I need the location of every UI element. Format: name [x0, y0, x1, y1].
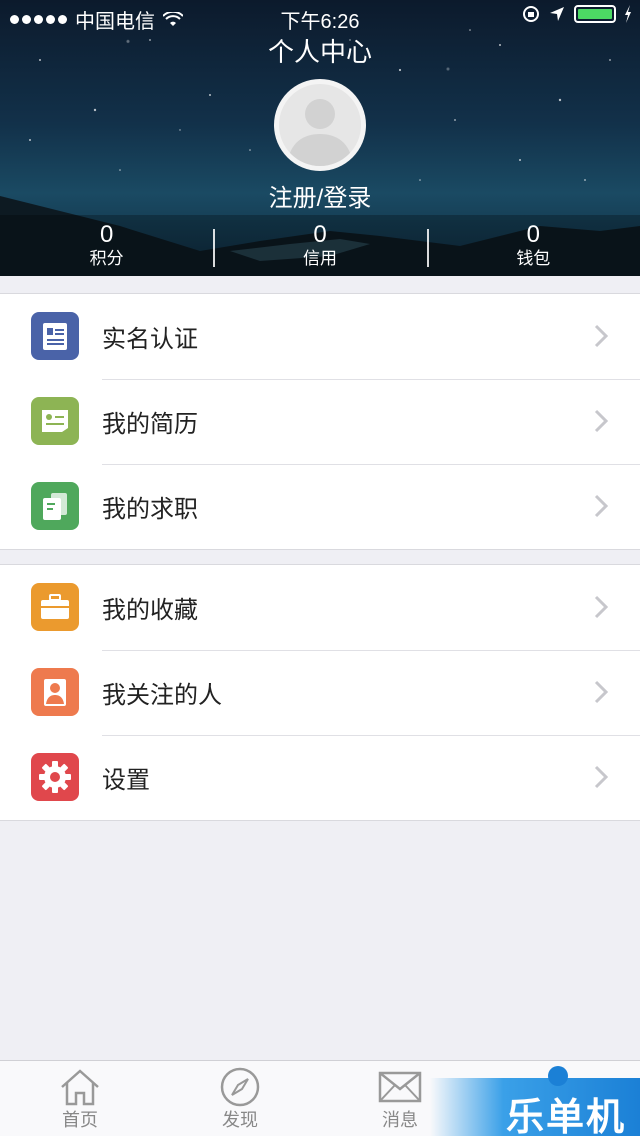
- tab-discover[interactable]: 发现: [160, 1061, 320, 1136]
- compass-icon: [220, 1067, 260, 1107]
- menu-item-label: 我关注的人: [102, 682, 222, 709]
- chevron-right-icon: [594, 765, 608, 789]
- mail-icon: [378, 1071, 422, 1103]
- job-search-icon: [31, 482, 79, 530]
- stat-value: 0: [313, 221, 327, 248]
- status-bar: 中国电信 下午6:26: [0, 0, 640, 33]
- menu-group-social: 我的收藏 我关注的人 设置: [0, 564, 640, 821]
- menu-item-label: 我的求职: [102, 496, 198, 523]
- menu-item-my-job-search[interactable]: 我的求职: [0, 464, 640, 549]
- chevron-right-icon: [594, 595, 608, 619]
- chevron-right-icon: [594, 680, 608, 704]
- menu-item-label: 我的简历: [102, 411, 198, 438]
- menu-item-label: 实名认证: [102, 326, 198, 353]
- tab-label: 首页: [62, 1110, 98, 1130]
- default-avatar-icon: [287, 99, 353, 166]
- menu-item-following[interactable]: 我关注的人: [0, 650, 640, 735]
- watermark-text: 乐单机: [505, 1095, 626, 1136]
- menu-item-label: 我的收藏: [102, 597, 198, 624]
- stat-value: 0: [526, 221, 540, 248]
- stat-label: 信用: [302, 249, 337, 268]
- stat-wallet[interactable]: 0 钱包: [426, 215, 640, 276]
- page-title: 个人中心: [267, 37, 372, 67]
- menu-item-my-favorites[interactable]: 我的收藏: [0, 565, 640, 650]
- menu-item-my-resume[interactable]: 我的简历: [0, 379, 640, 464]
- menu-group-account: 实名认证 我的简历 我的求职: [0, 293, 640, 550]
- person-icon: [31, 668, 79, 716]
- watermark-dot: [548, 1066, 568, 1086]
- stats-bar: 0 积分 0 信用 0 钱包: [0, 215, 640, 276]
- menu-item-label: 设置: [102, 767, 150, 794]
- status-right: [522, 5, 632, 23]
- menu-item-real-name-auth[interactable]: 实名认证: [0, 294, 640, 379]
- stat-label: 积分: [89, 249, 124, 268]
- id-card-icon: [31, 312, 79, 360]
- briefcase-icon: [31, 583, 79, 631]
- menu-item-settings[interactable]: 设置: [0, 735, 640, 820]
- home-icon: [61, 1069, 99, 1106]
- tab-home[interactable]: 首页: [0, 1061, 160, 1136]
- avatar[interactable]: [274, 79, 366, 171]
- tab-label: 发现: [222, 1110, 258, 1130]
- register-login-link[interactable]: 注册/登录: [0, 178, 640, 213]
- stat-credit[interactable]: 0 信用: [213, 215, 426, 276]
- chevron-right-icon: [594, 409, 608, 433]
- stat-label: 钱包: [516, 249, 551, 268]
- orientation-lock-icon: [523, 6, 539, 22]
- charging-icon: [625, 5, 631, 23]
- location-icon: [550, 7, 564, 21]
- profile-header: 中国电信 下午6:26 个人中心 注册/登录 0 积分 0 信用 0 钱包: [0, 0, 640, 276]
- gear-icon: [31, 753, 79, 801]
- battery-icon: [574, 5, 616, 23]
- stat-value: 0: [99, 221, 114, 248]
- chevron-right-icon: [594, 494, 608, 518]
- stat-points[interactable]: 0 积分: [0, 215, 213, 276]
- resume-icon: [31, 397, 79, 445]
- chevron-right-icon: [594, 324, 608, 348]
